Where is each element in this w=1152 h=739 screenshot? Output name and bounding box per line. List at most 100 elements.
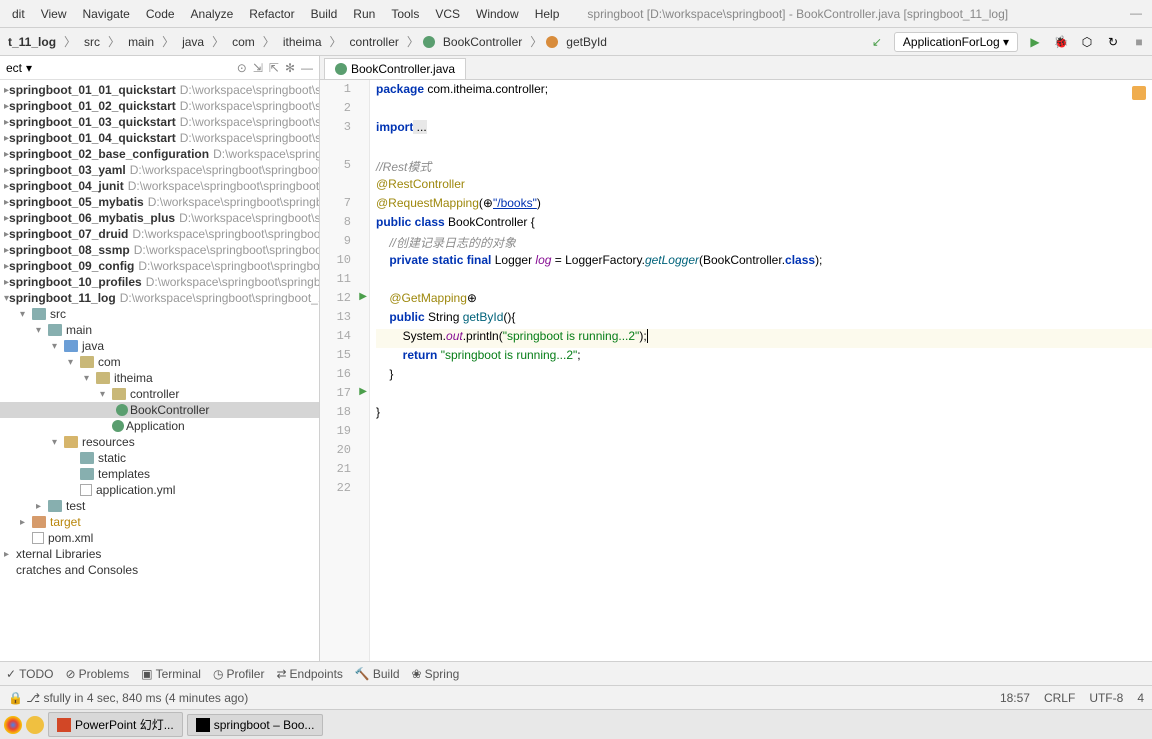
coverage-button[interactable]: ⬡ — [1078, 33, 1096, 51]
menu-code[interactable]: Code — [138, 7, 183, 21]
tree-resources[interactable]: ▾resources — [0, 434, 319, 450]
profile-button[interactable]: ↻ — [1104, 33, 1122, 51]
run-config-dropdown[interactable]: ApplicationForLog ▾ — [894, 32, 1018, 52]
tab-profiler[interactable]: ◷ Profiler — [213, 667, 265, 681]
resources-folder-icon — [64, 436, 78, 448]
chevron-down-icon[interactable]: ▾ — [26, 61, 32, 75]
tab-spring[interactable]: ❀ Spring — [412, 667, 460, 681]
settings-icon[interactable]: ✻ — [285, 61, 295, 75]
url-gutter-icon[interactable]: ⊕ — [483, 196, 493, 210]
warning-icon[interactable] — [1132, 86, 1146, 100]
crumb-com[interactable]: com — [228, 33, 259, 51]
menu-edit[interactable]: dit — [4, 7, 33, 21]
crumb-java[interactable]: java — [178, 33, 208, 51]
module-row[interactable]: ▾springboot_11_logD:\workspace\springboo… — [0, 290, 319, 306]
line-separator[interactable]: CRLF — [1044, 691, 1075, 705]
taskbar-intellij[interactable]: springboot – Boo... — [187, 714, 324, 736]
debug-button[interactable]: 🐞 — [1052, 33, 1070, 51]
module-row[interactable]: ▸springboot_09_configD:\workspace\spring… — [0, 258, 319, 274]
crumb-itheima[interactable]: itheima — [279, 33, 326, 51]
menu-navigate[interactable]: Navigate — [74, 7, 137, 21]
tab-bookcontroller[interactable]: BookController.java — [324, 58, 466, 79]
tree-templates[interactable]: templates — [0, 466, 319, 482]
build-icon[interactable]: ↙ — [868, 33, 886, 51]
tab-terminal[interactable]: ▣ Terminal — [141, 667, 201, 681]
tree-main[interactable]: ▾main — [0, 322, 319, 338]
menu-analyze[interactable]: Analyze — [183, 7, 242, 21]
module-row[interactable]: ▸springboot_01_04_quickstartD:\workspace… — [0, 130, 319, 146]
crumb-main[interactable]: main — [124, 33, 158, 51]
tab-todo[interactable]: ✓ TODO — [6, 667, 54, 681]
menubar: dit View Navigate Code Analyze Refactor … — [0, 0, 1152, 28]
tree-itheima[interactable]: ▾itheima — [0, 370, 319, 386]
indent-size[interactable]: 4 — [1137, 691, 1144, 705]
navigation-bar: t_11_log〉 src〉 main〉 java〉 com〉 itheima〉… — [0, 28, 1152, 56]
expand-all-icon[interactable]: ⇲ — [253, 61, 263, 75]
crumb-src[interactable]: src — [80, 33, 104, 51]
tree-test[interactable]: ▸test — [0, 498, 319, 514]
tree-controller[interactable]: ▾controller — [0, 386, 319, 402]
tree-src[interactable]: ▾src — [0, 306, 319, 322]
module-row[interactable]: ▸springboot_03_yamlD:\workspace\springbo… — [0, 162, 319, 178]
select-opened-file-icon[interactable]: ⊙ — [237, 61, 247, 75]
menu-run[interactable]: Run — [345, 7, 383, 21]
module-row[interactable]: ▸springboot_02_base_configurationD:\work… — [0, 146, 319, 162]
tree-appyml[interactable]: application.yml — [0, 482, 319, 498]
crumb-module[interactable]: t_11_log — [4, 33, 60, 51]
code-content[interactable]: package com.itheima.controller; import .… — [370, 80, 1152, 661]
url-gutter-icon[interactable]: ⊕ — [467, 291, 477, 305]
tab-problems[interactable]: ⊘ Problems — [66, 667, 130, 681]
tree-static[interactable]: static — [0, 450, 319, 466]
project-tree[interactable]: ▸springboot_01_01_quickstartD:\workspace… — [0, 80, 319, 580]
module-row[interactable]: ▸springboot_01_01_quickstartD:\workspace… — [0, 82, 319, 98]
chrome-icon[interactable] — [4, 716, 22, 734]
tree-com[interactable]: ▾com — [0, 354, 319, 370]
minimize-icon[interactable]: — — [1130, 6, 1142, 20]
tree-bookcontroller[interactable]: BookController — [0, 402, 319, 418]
module-row[interactable]: ▸springboot_01_03_quickstartD:\workspace… — [0, 114, 319, 130]
stop-button[interactable]: ■ — [1130, 33, 1148, 51]
module-row[interactable]: ▸springboot_08_ssmpD:\workspace\springbo… — [0, 242, 319, 258]
module-row[interactable]: ▸springboot_05_mybatisD:\workspace\sprin… — [0, 194, 319, 210]
status-git-icon[interactable]: ⎇ — [26, 691, 40, 705]
module-row[interactable]: ▸springboot_01_02_quickstartD:\workspace… — [0, 98, 319, 114]
explorer-icon[interactable] — [26, 716, 44, 734]
folder-icon — [48, 324, 62, 336]
crumb-method[interactable]: getById — [562, 33, 611, 51]
file-encoding[interactable]: UTF-8 — [1089, 691, 1123, 705]
menu-window[interactable]: Window — [468, 7, 527, 21]
gutter[interactable]: 1 2 3 5 7 8 9 10 11 12 13 14 15 16 17 18… — [320, 80, 370, 661]
menu-refactor[interactable]: Refactor — [241, 7, 302, 21]
menu-view[interactable]: View — [33, 7, 75, 21]
yml-icon — [80, 484, 92, 496]
tree-application[interactable]: Application — [0, 418, 319, 434]
menu-vcs[interactable]: VCS — [427, 7, 468, 21]
run-button[interactable]: ▶ — [1026, 33, 1044, 51]
project-view-label[interactable]: ect — [6, 61, 22, 75]
crumb-controller[interactable]: controller — [346, 33, 403, 51]
collapse-all-icon[interactable]: ⇱ — [269, 61, 279, 75]
status-lock-icon[interactable]: 🔒 — [8, 691, 23, 705]
crumb-class[interactable]: BookController — [439, 33, 526, 51]
run-toolbar: ↙ ApplicationForLog ▾ ▶ 🐞 ⬡ ↻ ■ — [868, 32, 1148, 52]
code-editor[interactable]: 1 2 3 5 7 8 9 10 11 12 13 14 15 16 17 18… — [320, 80, 1152, 661]
tree-external-libs[interactable]: ▸xternal Libraries — [0, 546, 319, 562]
menu-tools[interactable]: Tools — [383, 7, 427, 21]
tab-build[interactable]: 🔨 Build — [355, 667, 400, 681]
module-row[interactable]: ▸springboot_06_mybatis_plusD:\workspace\… — [0, 210, 319, 226]
menu-build[interactable]: Build — [303, 7, 346, 21]
module-row[interactable]: ▸springboot_07_druidD:\workspace\springb… — [0, 226, 319, 242]
tree-java[interactable]: ▾java — [0, 338, 319, 354]
tree-target[interactable]: ▸target — [0, 514, 319, 530]
cursor-position[interactable]: 18:57 — [1000, 691, 1030, 705]
method-icon — [546, 36, 558, 48]
tree-pom[interactable]: pom.xml — [0, 530, 319, 546]
module-row[interactable]: ▸springboot_10_profilesD:\workspace\spri… — [0, 274, 319, 290]
editor-tabs: BookController.java — [320, 56, 1152, 80]
tab-endpoints[interactable]: ⇄ Endpoints — [276, 667, 342, 681]
tree-scratches[interactable]: cratches and Consoles — [0, 562, 319, 578]
module-row[interactable]: ▸springboot_04_junitD:\workspace\springb… — [0, 178, 319, 194]
taskbar-powerpoint[interactable]: PowerPoint 幻灯... — [48, 712, 183, 737]
menu-help[interactable]: Help — [527, 7, 568, 21]
hide-icon[interactable]: — — [301, 61, 313, 75]
